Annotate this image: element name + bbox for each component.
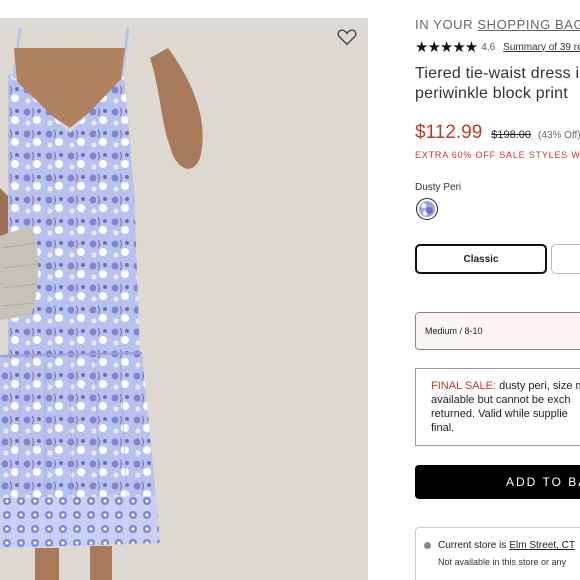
rating: ★★★★★ 4.6 Summary of 39 re	[415, 38, 580, 56]
original-price: $198.00	[491, 129, 532, 141]
sale-price: $112.99	[415, 122, 483, 143]
product-image	[0, 18, 368, 580]
in-your-bag-note: IN YOUR SHOPPING BAG	[415, 17, 580, 32]
product-title: Tiered tie-waist dress in periwinkle blo…	[415, 64, 580, 104]
rating-stars-icon: ★★★★★	[415, 39, 478, 56]
rating-value: 4.6	[481, 41, 496, 53]
size-selected-value: Medium / 8-10	[425, 326, 483, 336]
discount-percent: (43% Off)	[538, 130, 580, 141]
promo-message: EXTRA 60% OFF SALE STYLES WITH	[415, 150, 580, 160]
fit-option-next[interactable]	[551, 244, 580, 274]
store-availability-text: Not available in this store or any	[438, 557, 567, 567]
product-title-line1: Tiered tie-waist dress in	[415, 65, 580, 82]
final-sale-line4: final.	[431, 422, 455, 434]
product-photo	[0, 18, 368, 580]
final-sale-label: FINAL SALE:	[431, 380, 497, 392]
reviews-summary-link[interactable]: Summary of 39 re	[503, 42, 580, 53]
product-detail-panel: IN YOUR SHOPPING BAG ★★★★★ 4.6 Summary o…	[415, 0, 580, 580]
final-sale-line1: FINAL SALE: dusty peri, size m	[431, 379, 580, 393]
price-block: $112.99 $198.00 (43% Off)	[415, 122, 580, 144]
shopping-bag-link[interactable]: SHOPPING BAG	[477, 17, 580, 32]
final-sale-line3: returned. Valid while supplie	[431, 408, 568, 420]
final-sale-notice: FINAL SALE: dusty peri, size m available…	[415, 368, 580, 446]
color-label: Dusty Peri	[415, 182, 462, 193]
current-store-prefix: Current store is	[438, 540, 507, 551]
store-availability: Current store is Elm Street, CT Not avai…	[415, 527, 580, 580]
fit-option-classic[interactable]: Classic	[415, 244, 547, 274]
heart-icon[interactable]	[336, 26, 358, 48]
product-title-line2: periwinkle block print	[415, 85, 568, 102]
bag-prefix: IN YOUR	[415, 17, 478, 32]
status-dot-icon	[424, 542, 431, 549]
add-to-bag-button[interactable]: ADD TO BA	[415, 465, 580, 499]
color-swatch-dusty-peri[interactable]	[416, 198, 438, 220]
store-name-link[interactable]: Elm Street, CT	[509, 540, 575, 551]
final-sale-text1: dusty peri, size m	[496, 380, 580, 392]
size-selector[interactable]: Medium / 8-10	[415, 312, 580, 350]
final-sale-line2: available but cannot be exch	[431, 394, 571, 406]
swatch-fill	[419, 201, 435, 217]
current-store-row: Current store is Elm Street, CT	[424, 540, 580, 551]
